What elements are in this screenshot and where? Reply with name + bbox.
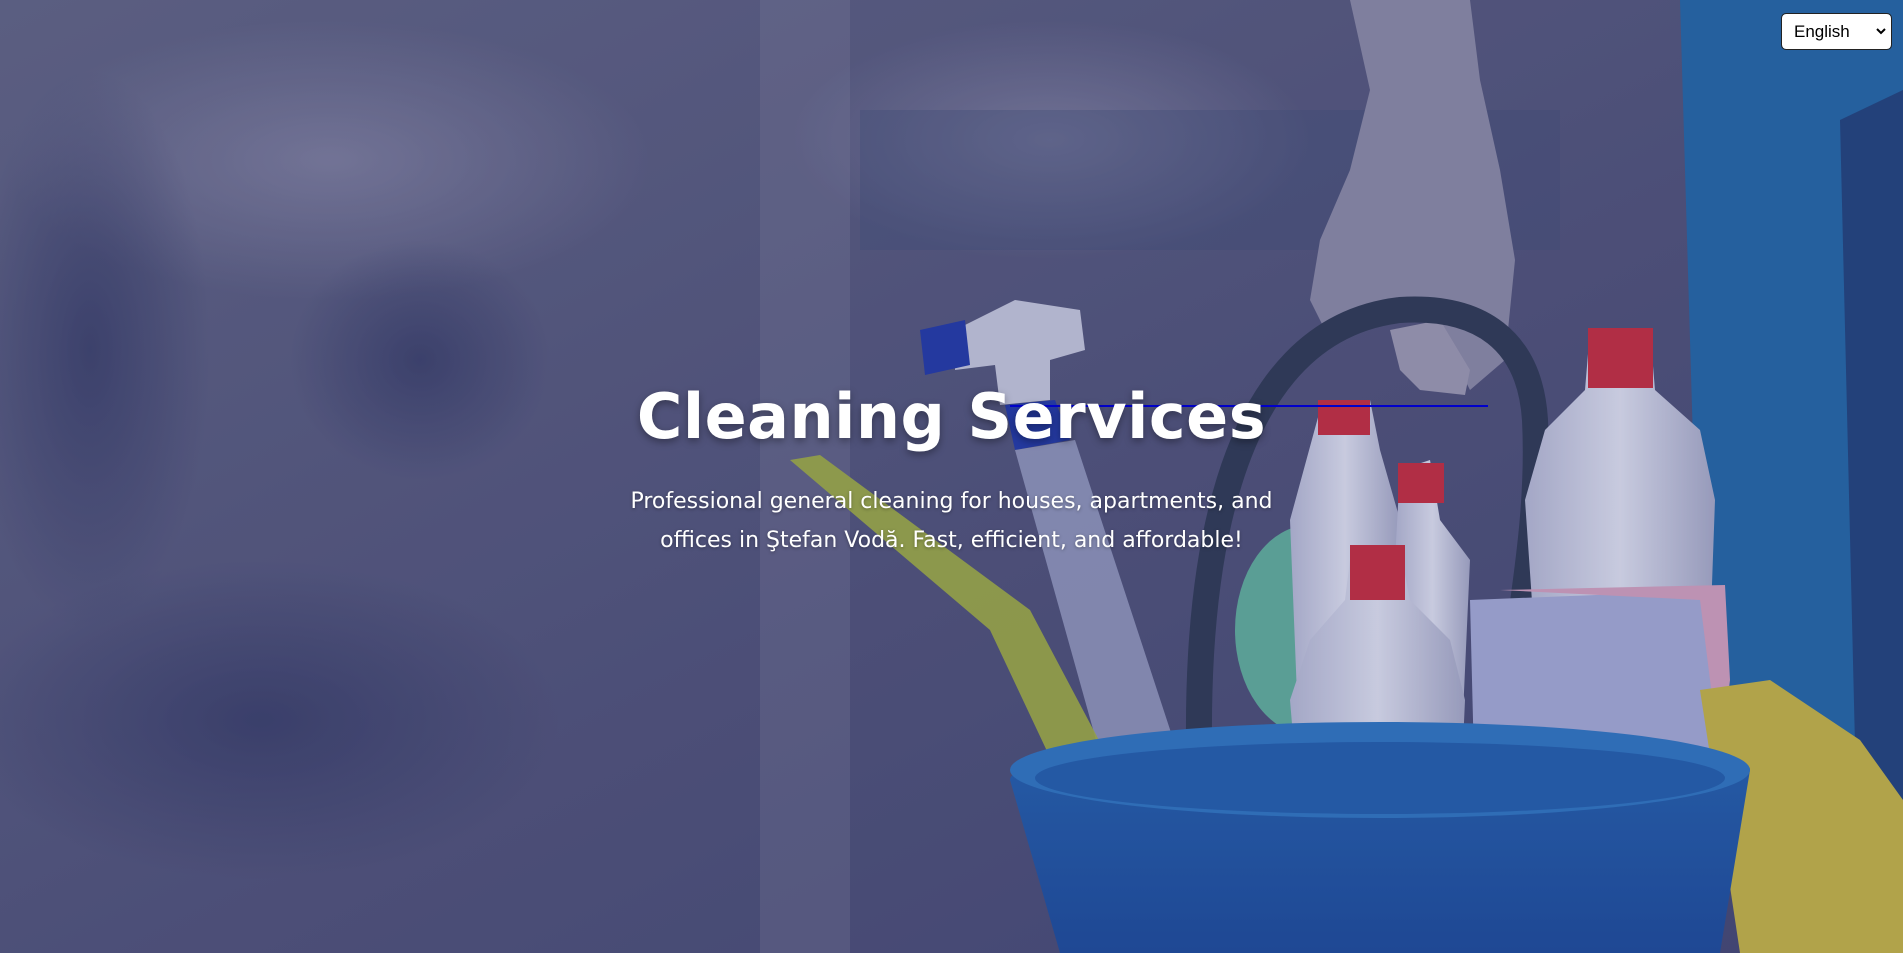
hero-subtitle: Professional general cleaning for houses… — [630, 489, 1273, 553]
hero-content: Cleaning Services Professional general c… — [0, 372, 1903, 560]
language-select[interactable]: English — [1781, 13, 1892, 50]
hero-title: Cleaning Services — [636, 380, 1267, 453]
hero-section: English Cleaning Services Professional g… — [0, 0, 1903, 953]
